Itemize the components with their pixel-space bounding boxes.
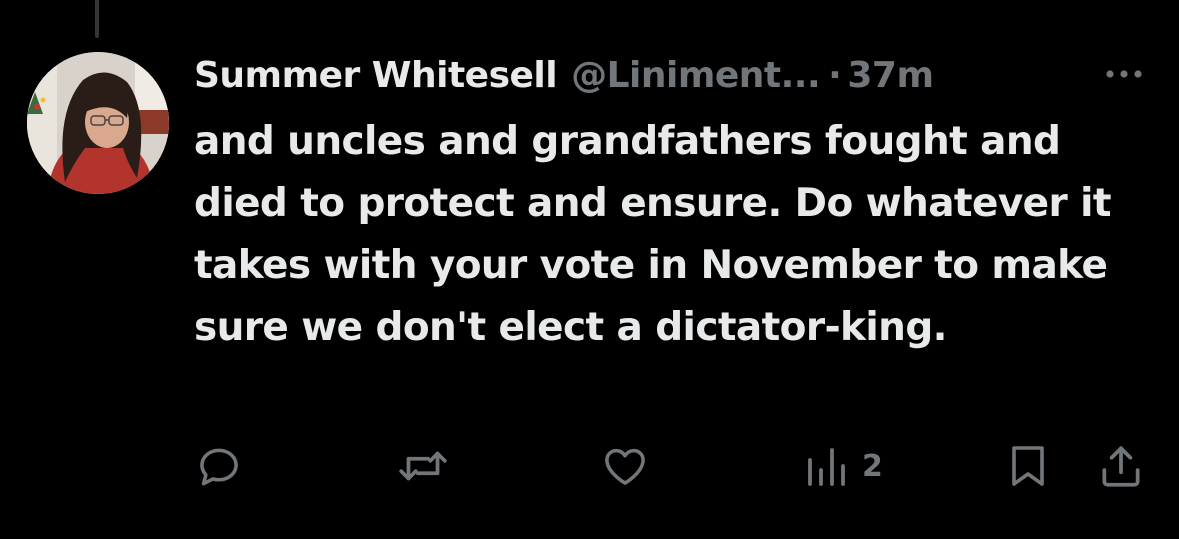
tweet-text: and uncles and grandfathers fought and d… bbox=[194, 119, 1112, 350]
more-icon bbox=[1106, 70, 1142, 78]
share-button[interactable] bbox=[1096, 440, 1146, 492]
share-icon bbox=[1102, 446, 1140, 487]
heart-icon bbox=[605, 448, 645, 485]
timestamp[interactable]: 37m bbox=[847, 55, 934, 96]
profile-photo-icon bbox=[27, 52, 169, 194]
views-button[interactable]: 2 bbox=[804, 440, 883, 492]
tweet-header: Summer Whitesell @Liniment... · 37m bbox=[194, 50, 934, 100]
reply-icon bbox=[200, 448, 238, 486]
bookmark-button[interactable] bbox=[1006, 440, 1050, 492]
views-count: 2 bbox=[862, 448, 883, 484]
thread-connector-line bbox=[95, 0, 99, 38]
retweet-button[interactable] bbox=[396, 440, 450, 492]
user-handle[interactable]: @Liniment... bbox=[571, 55, 821, 96]
display-name[interactable]: Summer Whitesell bbox=[194, 55, 558, 96]
like-button[interactable] bbox=[600, 440, 650, 492]
header-separator: · bbox=[828, 54, 842, 96]
tweet-actions-bar: 2 bbox=[0, 440, 1179, 492]
avatar[interactable] bbox=[27, 52, 169, 194]
bookmark-icon bbox=[1012, 446, 1044, 486]
views-chart-icon bbox=[808, 448, 845, 486]
retweet-icon bbox=[399, 451, 447, 481]
more-options-button[interactable] bbox=[1098, 60, 1150, 88]
reply-button[interactable] bbox=[194, 440, 244, 492]
